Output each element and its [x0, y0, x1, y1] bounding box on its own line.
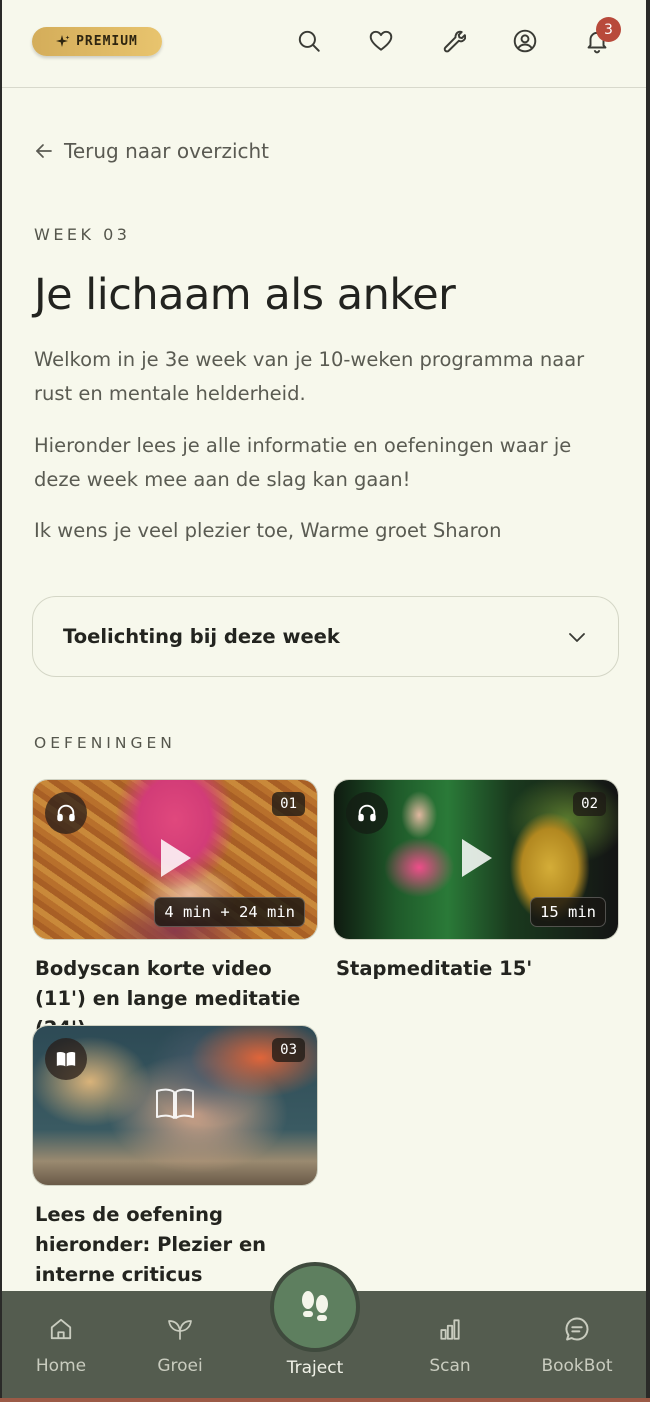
back-link-label: Terug naar overzicht: [64, 139, 270, 163]
exercise-card-2[interactable]: 02 15 min Stapmeditatie 15': [333, 779, 619, 984]
play-icon: [456, 836, 496, 884]
nav-scan[interactable]: Scan: [415, 1291, 485, 1398]
exercise-card-1[interactable]: 01 4 min + 24 min Bodyscan korte video (…: [32, 779, 318, 1044]
user-icon: [513, 29, 537, 53]
headphones-icon: [346, 792, 388, 834]
nav-label: Scan: [429, 1356, 471, 1376]
nav-groei[interactable]: Groei: [145, 1291, 215, 1398]
nav-home[interactable]: Home: [26, 1291, 96, 1398]
accordion-label: Toelichting bij deze week: [63, 625, 340, 648]
home-icon: [48, 1315, 74, 1343]
intro-paragraph-1: Welkom in je 3e week van je 10-weken pro…: [34, 348, 585, 405]
nav-label: Home: [35, 1356, 87, 1376]
heart-icon: [369, 30, 393, 51]
exercise-title[interactable]: Stapmeditatie 15': [333, 954, 623, 984]
top-bar: PREMIUM 3: [2, 0, 646, 88]
bar-chart-icon: [437, 1315, 463, 1343]
exercise-number: 02: [573, 792, 606, 816]
back-link[interactable]: Terug naar overzicht: [34, 139, 269, 163]
favorites-button[interactable]: [366, 26, 396, 56]
exercise-title[interactable]: Lees de oefening hieronder: Plezier en i…: [32, 1200, 322, 1290]
week-label: WEEK 03: [34, 225, 131, 244]
search-icon: [298, 30, 320, 52]
intro-paragraph-3: Ik wens je veel plezier toe, Warme groet…: [34, 519, 502, 542]
exercise-card-3[interactable]: 03 Lees de oefening hieronder: Plezier e…: [32, 1025, 318, 1290]
chevron-down-icon: [569, 632, 585, 642]
play-icon: [155, 836, 195, 884]
search-button[interactable]: [294, 26, 324, 56]
book-icon: [45, 1038, 87, 1080]
nav-label: BookBot: [541, 1356, 613, 1376]
profile-button[interactable]: [510, 26, 540, 56]
notification-count-badge: 3: [596, 17, 621, 42]
premium-label: PREMIUM: [76, 34, 138, 49]
exercise-thumbnail[interactable]: 02 15 min: [333, 779, 619, 940]
exercise-number: 03: [272, 1038, 305, 1062]
page-title: Je lichaam als anker: [34, 270, 456, 320]
nav-bookbot[interactable]: BookBot: [534, 1291, 620, 1398]
exercise-thumbnail[interactable]: 01 4 min + 24 min: [32, 779, 318, 940]
headphones-icon: [45, 792, 87, 834]
exercise-number: 01: [272, 792, 305, 816]
book-open-icon: [155, 1086, 195, 1126]
tools-button[interactable]: [438, 26, 468, 56]
exercises-section-label: OEFENINGEN: [34, 734, 176, 752]
sparkle-icon: [56, 34, 70, 47]
nav-label: Groei: [157, 1356, 203, 1376]
footprints-icon: [302, 1291, 328, 1321]
bottom-edge: [0, 1398, 650, 1402]
exercise-thumbnail[interactable]: 03: [32, 1025, 318, 1186]
leaf-icon: [165, 1315, 195, 1343]
week-explanation-accordion[interactable]: Toelichting bij deze week: [32, 596, 619, 677]
wrench-icon: [443, 30, 466, 53]
app-screen: PREMIUM 3 Terug naar overzicht WEEK 03 J…: [2, 0, 646, 1398]
nav-traject-label[interactable]: Traject: [258, 1358, 372, 1378]
nav-traject-button[interactable]: [270, 1262, 360, 1352]
chat-icon: [563, 1315, 591, 1343]
intro-paragraph-2: Hieronder lees je alle informatie en oef…: [34, 434, 572, 491]
arrow-left-icon: [36, 144, 52, 158]
exercise-duration: 15 min: [530, 897, 606, 927]
premium-badge[interactable]: PREMIUM: [32, 27, 162, 56]
exercise-duration: 4 min + 24 min: [154, 897, 305, 927]
